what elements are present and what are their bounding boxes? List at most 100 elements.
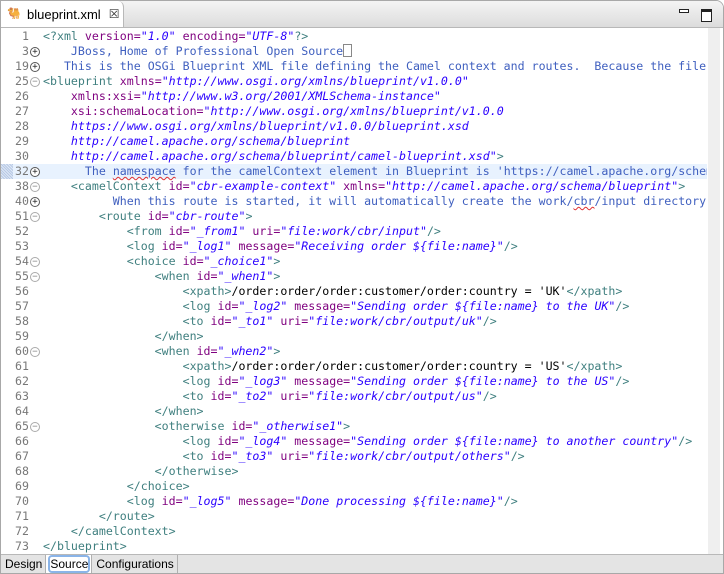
collapse-fold-icon[interactable]: −: [30, 272, 40, 282]
expand-fold-icon[interactable]: +: [30, 47, 40, 57]
code-line[interactable]: 68 </otherwise>: [1, 464, 707, 479]
code-line[interactable]: 32 + The namespace for the camelContext e…: [1, 164, 707, 179]
code-token: >: [496, 149, 504, 163]
code-line[interactable]: 40 + When this route is started, it will …: [1, 194, 707, 209]
code-token: https://www.osgi.org/xmlns/blueprint/v1.…: [43, 119, 469, 133]
code-token: "_to3": [231, 449, 274, 463]
code-line[interactable]: 51− <route id="cbr-route">: [1, 209, 707, 224]
code-line[interactable]: 67 <to id="_to3" uri="file:work/cbr/outp…: [1, 449, 707, 464]
code-line[interactable]: 26 xmlns:xsi="http://www.w3.org/2001/XML…: [1, 89, 707, 104]
code-line[interactable]: 55− <when id="_when1">: [1, 269, 707, 284]
minimize-icon[interactable]: [679, 9, 689, 13]
code-token: />: [482, 389, 497, 403]
code-line[interactable]: 25− <blueprint xmlns="http://www.osgi.org…: [1, 74, 707, 89]
code-line[interactable]: 3 + JBoss, Home of Professional Open Sour…: [1, 44, 707, 59]
collapse-fold-icon[interactable]: −: [30, 257, 40, 267]
code-line[interactable]: 30 http://camel.apache.org/schema/bluepr…: [1, 149, 707, 164]
code-token: xmlns=: [336, 179, 386, 193]
code-line[interactable]: 72 </camelContext>: [1, 524, 707, 539]
code-line[interactable]: 59 </when>: [1, 329, 707, 344]
maximize-icon[interactable]: [701, 9, 712, 22]
tab-configurations[interactable]: Configurations: [92, 555, 178, 573]
line-number: 28: [15, 119, 29, 133]
code-token: "_log1": [182, 239, 232, 253]
code-token: /order:order/order:customer/order:countr…: [231, 359, 567, 373]
code-token: namespace: [112, 164, 176, 178]
code-line[interactable]: 70 <log id="_log5" message="Done process…: [1, 494, 707, 509]
code-token: "Receiving order ${file:name}": [294, 239, 504, 253]
vertical-scrollbar[interactable]: [708, 28, 720, 554]
collapsed-region-icon[interactable]: [343, 44, 353, 57]
code-line[interactable]: 27 xsi:schemaLocation="http://www.osgi.o…: [1, 104, 707, 119]
code-line[interactable]: 73 </blueprint>: [1, 539, 707, 554]
code-token: />: [426, 224, 441, 238]
xml-source-editor[interactable]: 1 <?xml version="1.0" encoding="UTF-8"?> 3…: [1, 28, 707, 554]
expand-fold-icon[interactable]: +: [30, 197, 40, 207]
code-token: <from: [43, 224, 162, 238]
expand-fold-icon[interactable]: +: [30, 167, 40, 177]
close-icon[interactable]: ☒: [109, 7, 120, 21]
code-line[interactable]: 60− <when id="_when2">: [1, 344, 707, 359]
code-text: <log id="_log4" message="Sending order $…: [43, 434, 693, 449]
collapse-fold-icon[interactable]: −: [30, 182, 40, 192]
code-token: <when: [43, 269, 190, 283]
line-number: 62: [15, 374, 29, 388]
code-line[interactable]: 53 <log id="_log1" message="Receiving or…: [1, 239, 707, 254]
code-line[interactable]: 63 <to id="_to2" uri="file:work/cbr/outp…: [1, 389, 707, 404]
code-line[interactable]: 57 <log id="_log2" message="Sending orde…: [1, 299, 707, 314]
expand-fold-icon[interactable]: +: [30, 62, 40, 72]
code-token: id=: [154, 494, 183, 508]
code-line[interactable]: 29 http://camel.apache.org/schema/bluepr…: [1, 134, 707, 149]
code-line[interactable]: 58 <to id="_to1" uri="file:work/cbr/outp…: [1, 314, 707, 329]
code-token: uri=: [273, 389, 309, 403]
code-token: "_when2": [217, 344, 274, 358]
collapse-fold-icon[interactable]: −: [30, 422, 40, 432]
line-number: 64: [15, 404, 29, 418]
tab-blueprint-xml[interactable]: 🐫 blueprint.xml ☒: [1, 1, 124, 27]
code-token: for the camelContext element in Blueprin…: [175, 164, 707, 178]
code-line[interactable]: 64 </when>: [1, 404, 707, 419]
tab-label: Configurations: [96, 557, 174, 571]
tab-source[interactable]: Source: [46, 555, 93, 573]
code-token: >: [273, 344, 281, 358]
code-line[interactable]: 61 <xpath>/order:order/order:customer/or…: [1, 359, 707, 374]
collapse-fold-icon[interactable]: −: [30, 347, 40, 357]
collapse-fold-icon[interactable]: −: [30, 77, 40, 87]
code-token: />: [510, 449, 525, 463]
code-token: "file:work/cbr/input": [280, 224, 427, 238]
code-line[interactable]: 62 <log id="_log3" message="Sending orde…: [1, 374, 707, 389]
line-number: 73: [15, 539, 29, 553]
code-token: </camelContext>: [43, 524, 176, 538]
code-token: />: [615, 299, 630, 313]
collapse-fold-icon[interactable]: −: [30, 212, 40, 222]
code-text: <when id="_when2">: [43, 344, 281, 359]
code-text: xmlns:xsi="http://www.w3.org/2001/XMLSch…: [43, 89, 441, 104]
code-token: "file:work/cbr/output/others": [308, 449, 511, 463]
code-line[interactable]: 1 <?xml version="1.0" encoding="UTF-8"?>: [1, 29, 707, 44]
tab-design[interactable]: Design: [1, 555, 47, 573]
code-line[interactable]: 52 <from id="_from1" uri="file:work/cbr/…: [1, 224, 707, 239]
code-line[interactable]: 66 <log id="_log4" message="Sending orde…: [1, 434, 707, 449]
code-line[interactable]: 28 https://www.osgi.org/xmlns/blueprint/…: [1, 119, 707, 134]
code-token: xsi:schemaLocation=: [43, 104, 204, 118]
code-token: id=: [189, 344, 218, 358]
code-text: <xpath>/order:order/order:customer/order…: [43, 359, 623, 374]
code-token: When this route is started, it will auto…: [43, 194, 574, 208]
code-line[interactable]: 65− <otherwise id="_otherwise1">: [1, 419, 707, 434]
code-line[interactable]: 19 + This is the OSGi Blueprint XML file …: [1, 59, 707, 74]
code-token: "http://www.w3.org/2001/XMLSchema-instan…: [140, 89, 441, 103]
code-line[interactable]: 56 <xpath>/order:order/order:customer/or…: [1, 284, 707, 299]
code-text: <to id="_to3" uri="file:work/cbr/output/…: [43, 449, 525, 464]
code-token: </blueprint>: [43, 539, 127, 553]
code-token: >: [273, 269, 281, 283]
code-token: <camelContext: [43, 179, 162, 193]
code-line[interactable]: 54− <choice id="_choice1">: [1, 254, 707, 269]
code-token: "cbr-route": [168, 209, 246, 223]
code-line[interactable]: 38− <camelContext id="cbr-example-contex…: [1, 179, 707, 194]
code-text: <from id="_from1" uri="file:work/cbr/inp…: [43, 224, 441, 239]
code-token: </xpath>: [566, 359, 623, 373]
line-number: 30: [15, 149, 29, 163]
code-token: </choice>: [43, 479, 190, 493]
code-line[interactable]: 69 </choice>: [1, 479, 707, 494]
code-line[interactable]: 71 </route>: [1, 509, 707, 524]
